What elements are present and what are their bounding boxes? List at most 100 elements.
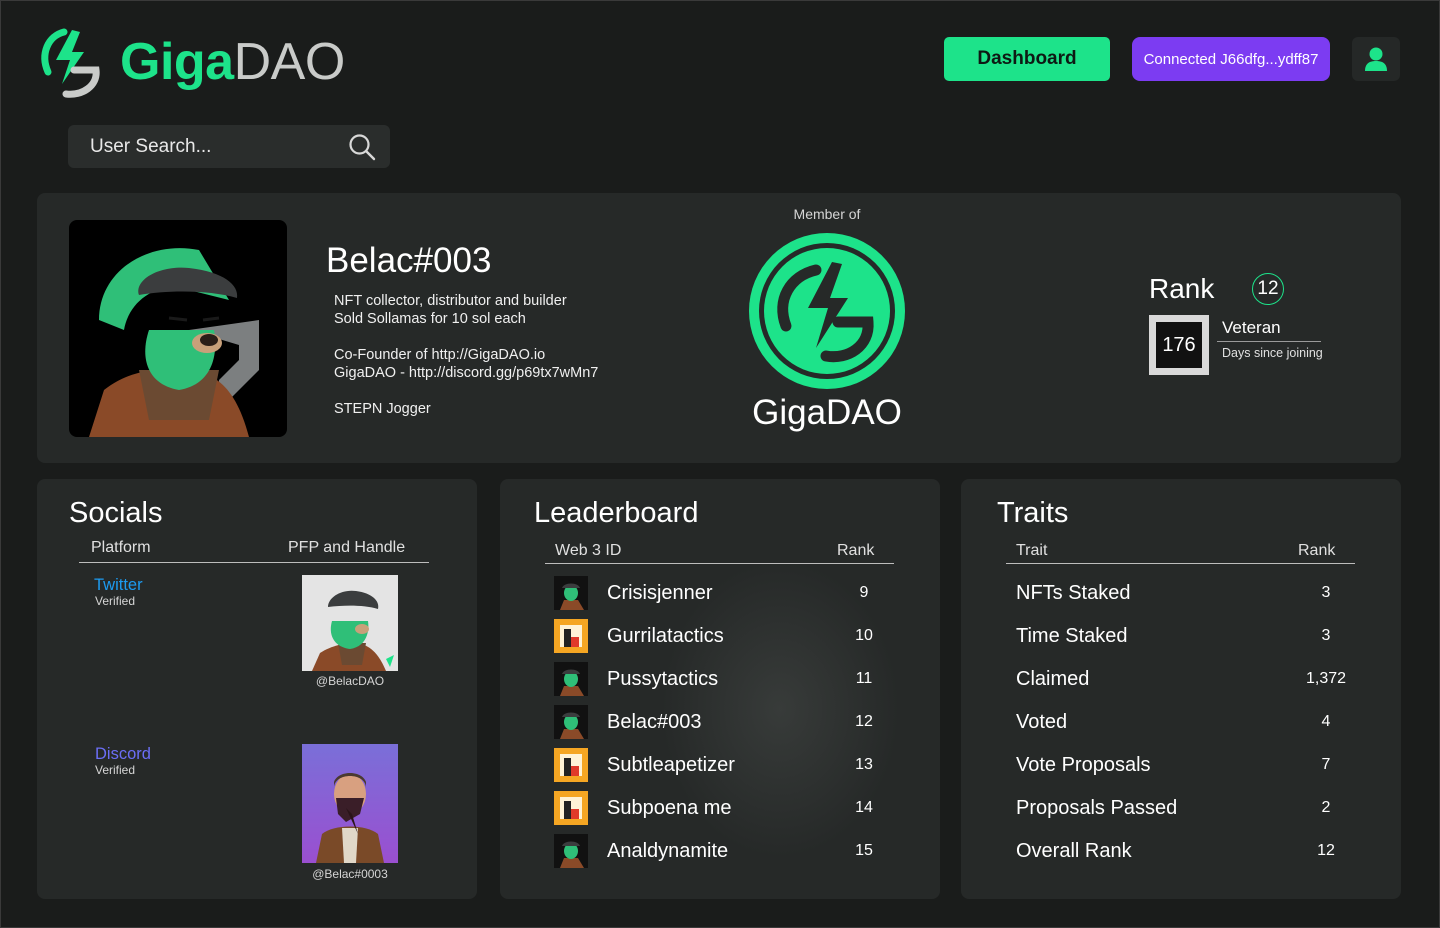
dashboard-button[interactable]: Dashboard xyxy=(944,37,1110,81)
gigadao-logo[interactable]: GigaDAO xyxy=(34,26,345,98)
twitter-handle: @BelacDAO xyxy=(315,674,385,688)
bear-avatar-icon xyxy=(554,662,588,696)
trait-name: Claimed xyxy=(1016,667,1090,690)
user-icon xyxy=(1365,47,1387,71)
col-rank: Rank xyxy=(837,542,875,559)
trait-value: 3 xyxy=(1321,627,1331,644)
days-value: 176 xyxy=(1156,322,1202,368)
trait-value: 1,372 xyxy=(1305,670,1347,687)
trait-row: Time Staked 3 xyxy=(1016,621,1356,651)
trait-row: Proposals Passed 2 xyxy=(1016,793,1356,823)
pixel-avatar-icon xyxy=(554,791,588,825)
col-trait-rank: Rank xyxy=(1298,542,1336,559)
user-search-bar[interactable] xyxy=(68,125,390,168)
connected-wallet-button[interactable]: Connected J66dfg...ydff87 xyxy=(1132,37,1330,81)
profile-card: Belac#003 NFT collector, distributor and… xyxy=(37,193,1401,463)
leaderboard-row[interactable]: Subpoena me 14 xyxy=(554,791,884,825)
col-pfp-handle: PFP and Handle xyxy=(288,539,406,556)
discord-verified-status: Verified xyxy=(95,763,136,777)
trait-row: Claimed 1,372 xyxy=(1016,664,1356,694)
trait-value: 2 xyxy=(1321,799,1331,816)
profile-avatar xyxy=(69,220,287,437)
leaderboard-name: Subpoena me xyxy=(607,796,732,819)
leaderboard-row[interactable]: Belac#003 12 xyxy=(554,705,884,739)
col-web3-id: Web 3 ID xyxy=(555,542,622,559)
search-icon[interactable] xyxy=(348,133,376,161)
trait-row: Vote Proposals 7 xyxy=(1016,750,1356,780)
leaderboard-rank: 13 xyxy=(855,756,873,773)
leaderboard-name: Belac#003 xyxy=(607,710,702,733)
twitter-verified-status: Verified xyxy=(95,594,136,608)
pixel-avatar-icon xyxy=(554,619,588,653)
leaderboard-card: Leaderboard Web 3 ID Rank Crisisjenner 9… xyxy=(500,479,940,899)
col-trait: Trait xyxy=(1016,542,1048,559)
tier-divider xyxy=(1217,341,1321,342)
traits-title: Traits xyxy=(997,497,1069,529)
bio-line: GigaDAO - http://discord.gg/p69tx7wMn7 xyxy=(334,365,599,381)
gigadao-emblem-icon[interactable] xyxy=(746,230,908,392)
leaderboard-name: Subtleapetizer xyxy=(607,753,735,776)
twitter-pfp[interactable] xyxy=(302,575,398,671)
leaderboard-row[interactable]: Pussytactics 11 xyxy=(554,662,884,696)
rank-badge: 12 xyxy=(1252,273,1284,305)
trait-value: 4 xyxy=(1321,713,1331,730)
leaderboard-rank: 15 xyxy=(855,842,873,859)
trait-name: Overall Rank xyxy=(1016,839,1132,862)
gigadao-bolt-icon xyxy=(41,28,100,98)
discord-handle: @Belac#0003 xyxy=(312,867,388,881)
tier-label: Veteran xyxy=(1222,318,1281,337)
twitter-link[interactable]: Twitter xyxy=(94,576,143,595)
leaderboard-title: Leaderboard xyxy=(534,497,699,529)
pixel-avatar-icon xyxy=(554,748,588,782)
bio-line: NFT collector, distributor and builder xyxy=(334,293,567,309)
trait-row: Overall Rank 12 xyxy=(1016,836,1356,866)
bio-line: Co-Founder of http://GigaDAO.io xyxy=(334,347,546,363)
leaderboard-rank: 10 xyxy=(855,627,873,644)
discord-pfp[interactable] xyxy=(302,744,398,863)
leaderboard-row[interactable]: Analdynamite 15 xyxy=(554,834,884,868)
leaderboard-row[interactable]: Gurrilatactics 10 xyxy=(554,619,884,653)
leaderboard-rank: 14 xyxy=(855,799,873,816)
leaderboard-header-rule xyxy=(545,563,894,564)
leaderboard-rank: 11 xyxy=(855,670,873,687)
bear-avatar-icon xyxy=(554,576,588,610)
trait-name: Voted xyxy=(1016,710,1068,733)
trait-value: 3 xyxy=(1321,584,1331,601)
member-of-label: Member of xyxy=(793,206,861,222)
traits-card: Traits Trait Rank NFTs Staked 3 Time Sta… xyxy=(961,479,1401,899)
rank-label: Rank xyxy=(1149,273,1215,304)
bear-avatar-icon xyxy=(554,705,588,739)
bio-line: Sold Sollamas for 10 sol each xyxy=(334,311,526,327)
leaderboard-name: Crisisjenner xyxy=(607,581,713,604)
socials-card: Socials Platform PFP and Handle Twitter … xyxy=(37,479,477,899)
trait-row: Voted 4 xyxy=(1016,707,1356,737)
traits-header-rule xyxy=(1006,563,1355,564)
trait-name: Vote Proposals xyxy=(1016,753,1151,776)
bear-avatar-icon xyxy=(554,834,588,868)
leaderboard-name: Pussytactics xyxy=(607,667,719,690)
col-platform: Platform xyxy=(91,539,151,556)
days-since-joining-label: Days since joining xyxy=(1222,346,1323,360)
profile-bio: NFT collector, distributor and builder S… xyxy=(334,292,598,418)
leaderboard-name: Analdynamite xyxy=(607,839,729,862)
trait-name: Proposals Passed xyxy=(1016,796,1178,819)
leaderboard-rank: 9 xyxy=(859,584,869,601)
brand-name: GigaDAO xyxy=(120,33,345,91)
trait-name: Time Staked xyxy=(1016,624,1128,647)
member-of-name: GigaDAO xyxy=(752,393,902,432)
days-counter: 176 xyxy=(1149,315,1209,375)
socials-title: Socials xyxy=(69,497,163,529)
profile-username: Belac#003 xyxy=(326,241,492,280)
leaderboard-row[interactable]: Subtleapetizer 13 xyxy=(554,748,884,782)
leaderboard-rank: 12 xyxy=(855,713,873,730)
leaderboard-name: Gurrilatactics xyxy=(607,624,724,647)
trait-name: NFTs Staked xyxy=(1016,581,1131,604)
user-search-input[interactable] xyxy=(90,135,340,158)
trait-row: NFTs Staked 3 xyxy=(1016,578,1356,608)
leaderboard-row[interactable]: Crisisjenner 9 xyxy=(554,576,884,610)
discord-link[interactable]: Discord xyxy=(95,745,151,764)
socials-header-rule xyxy=(79,562,429,563)
trait-value: 12 xyxy=(1317,842,1335,859)
bio-line: STEPN Jogger xyxy=(334,401,431,417)
user-profile-button[interactable] xyxy=(1352,37,1400,81)
